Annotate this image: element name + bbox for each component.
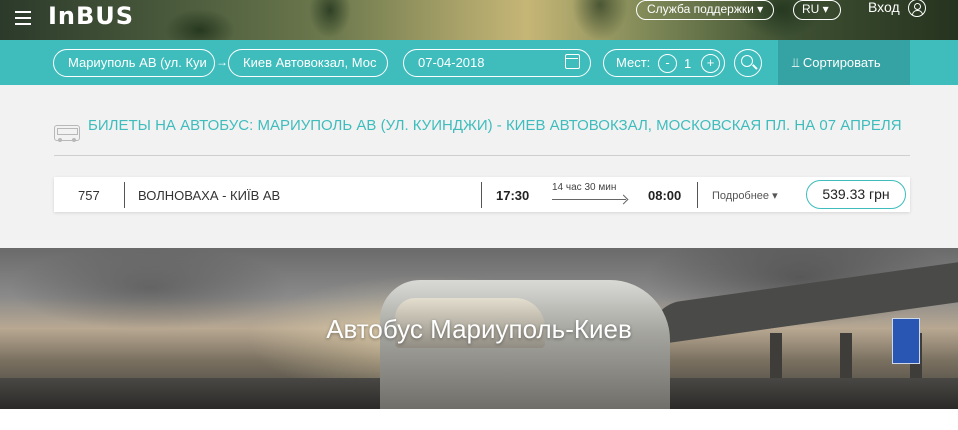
price-button[interactable]: 539.33 грн (806, 180, 906, 209)
separator (481, 182, 482, 208)
direction-arrow-icon: → (216, 55, 228, 69)
search-bar: Мариуполь АВ (ул. Куи → Киев Автовокзал,… (0, 40, 958, 85)
date-field[interactable]: 07-04-2018 (403, 49, 591, 77)
separator (124, 182, 125, 208)
trip-row[interactable]: 757 ВОЛНОВАХА - КИЇВ АВ 17:30 14 час 30 … (54, 177, 910, 212)
details-toggle[interactable]: Подробнее ▾ (712, 189, 778, 202)
results-section (0, 85, 958, 248)
logo[interactable]: InBUS (48, 2, 134, 30)
seats-count: 1 (684, 56, 692, 71)
arrival-time: 08:00 (648, 188, 682, 203)
menu-icon[interactable] (15, 8, 35, 28)
hero-banner: Автобус Мариуполь-Киев (0, 248, 958, 409)
calendar-icon[interactable] (565, 54, 580, 69)
bus-icon (54, 125, 80, 142)
trip-number: 757 (78, 188, 100, 203)
trip-route: ВОЛНОВАХА - КИЇВ АВ (138, 188, 281, 203)
divider (54, 155, 910, 156)
sort-button[interactable]: ⫫ Сортировать (778, 40, 910, 85)
to-field[interactable]: Киев Автовокзал, Мос (228, 49, 388, 77)
seats-minus-button[interactable]: - (658, 54, 677, 73)
top-header: InBUS Служба поддержки ▾ RU ▾ Вход (0, 0, 958, 40)
login-link[interactable]: Вход (868, 0, 900, 15)
language-dropdown[interactable]: RU ▾ (793, 0, 841, 20)
duration-arrow-icon (552, 199, 626, 200)
search-icon[interactable] (734, 49, 762, 77)
trip-duration: 14 час 30 мин (552, 182, 617, 193)
seats-label: Мест: (616, 55, 651, 70)
seats-plus-button[interactable]: + (701, 54, 720, 73)
hero-title: Автобус Мариуполь-Киев (326, 314, 632, 344)
departure-time: 17:30 (496, 188, 530, 203)
page-title: Билеты на автобус: Мариуполь АВ (ул. Куи… (88, 117, 902, 134)
separator (697, 182, 698, 208)
from-field[interactable]: Мариуполь АВ (ул. Куи (53, 49, 215, 77)
support-dropdown[interactable]: Служба поддержки ▾ (636, 0, 774, 20)
